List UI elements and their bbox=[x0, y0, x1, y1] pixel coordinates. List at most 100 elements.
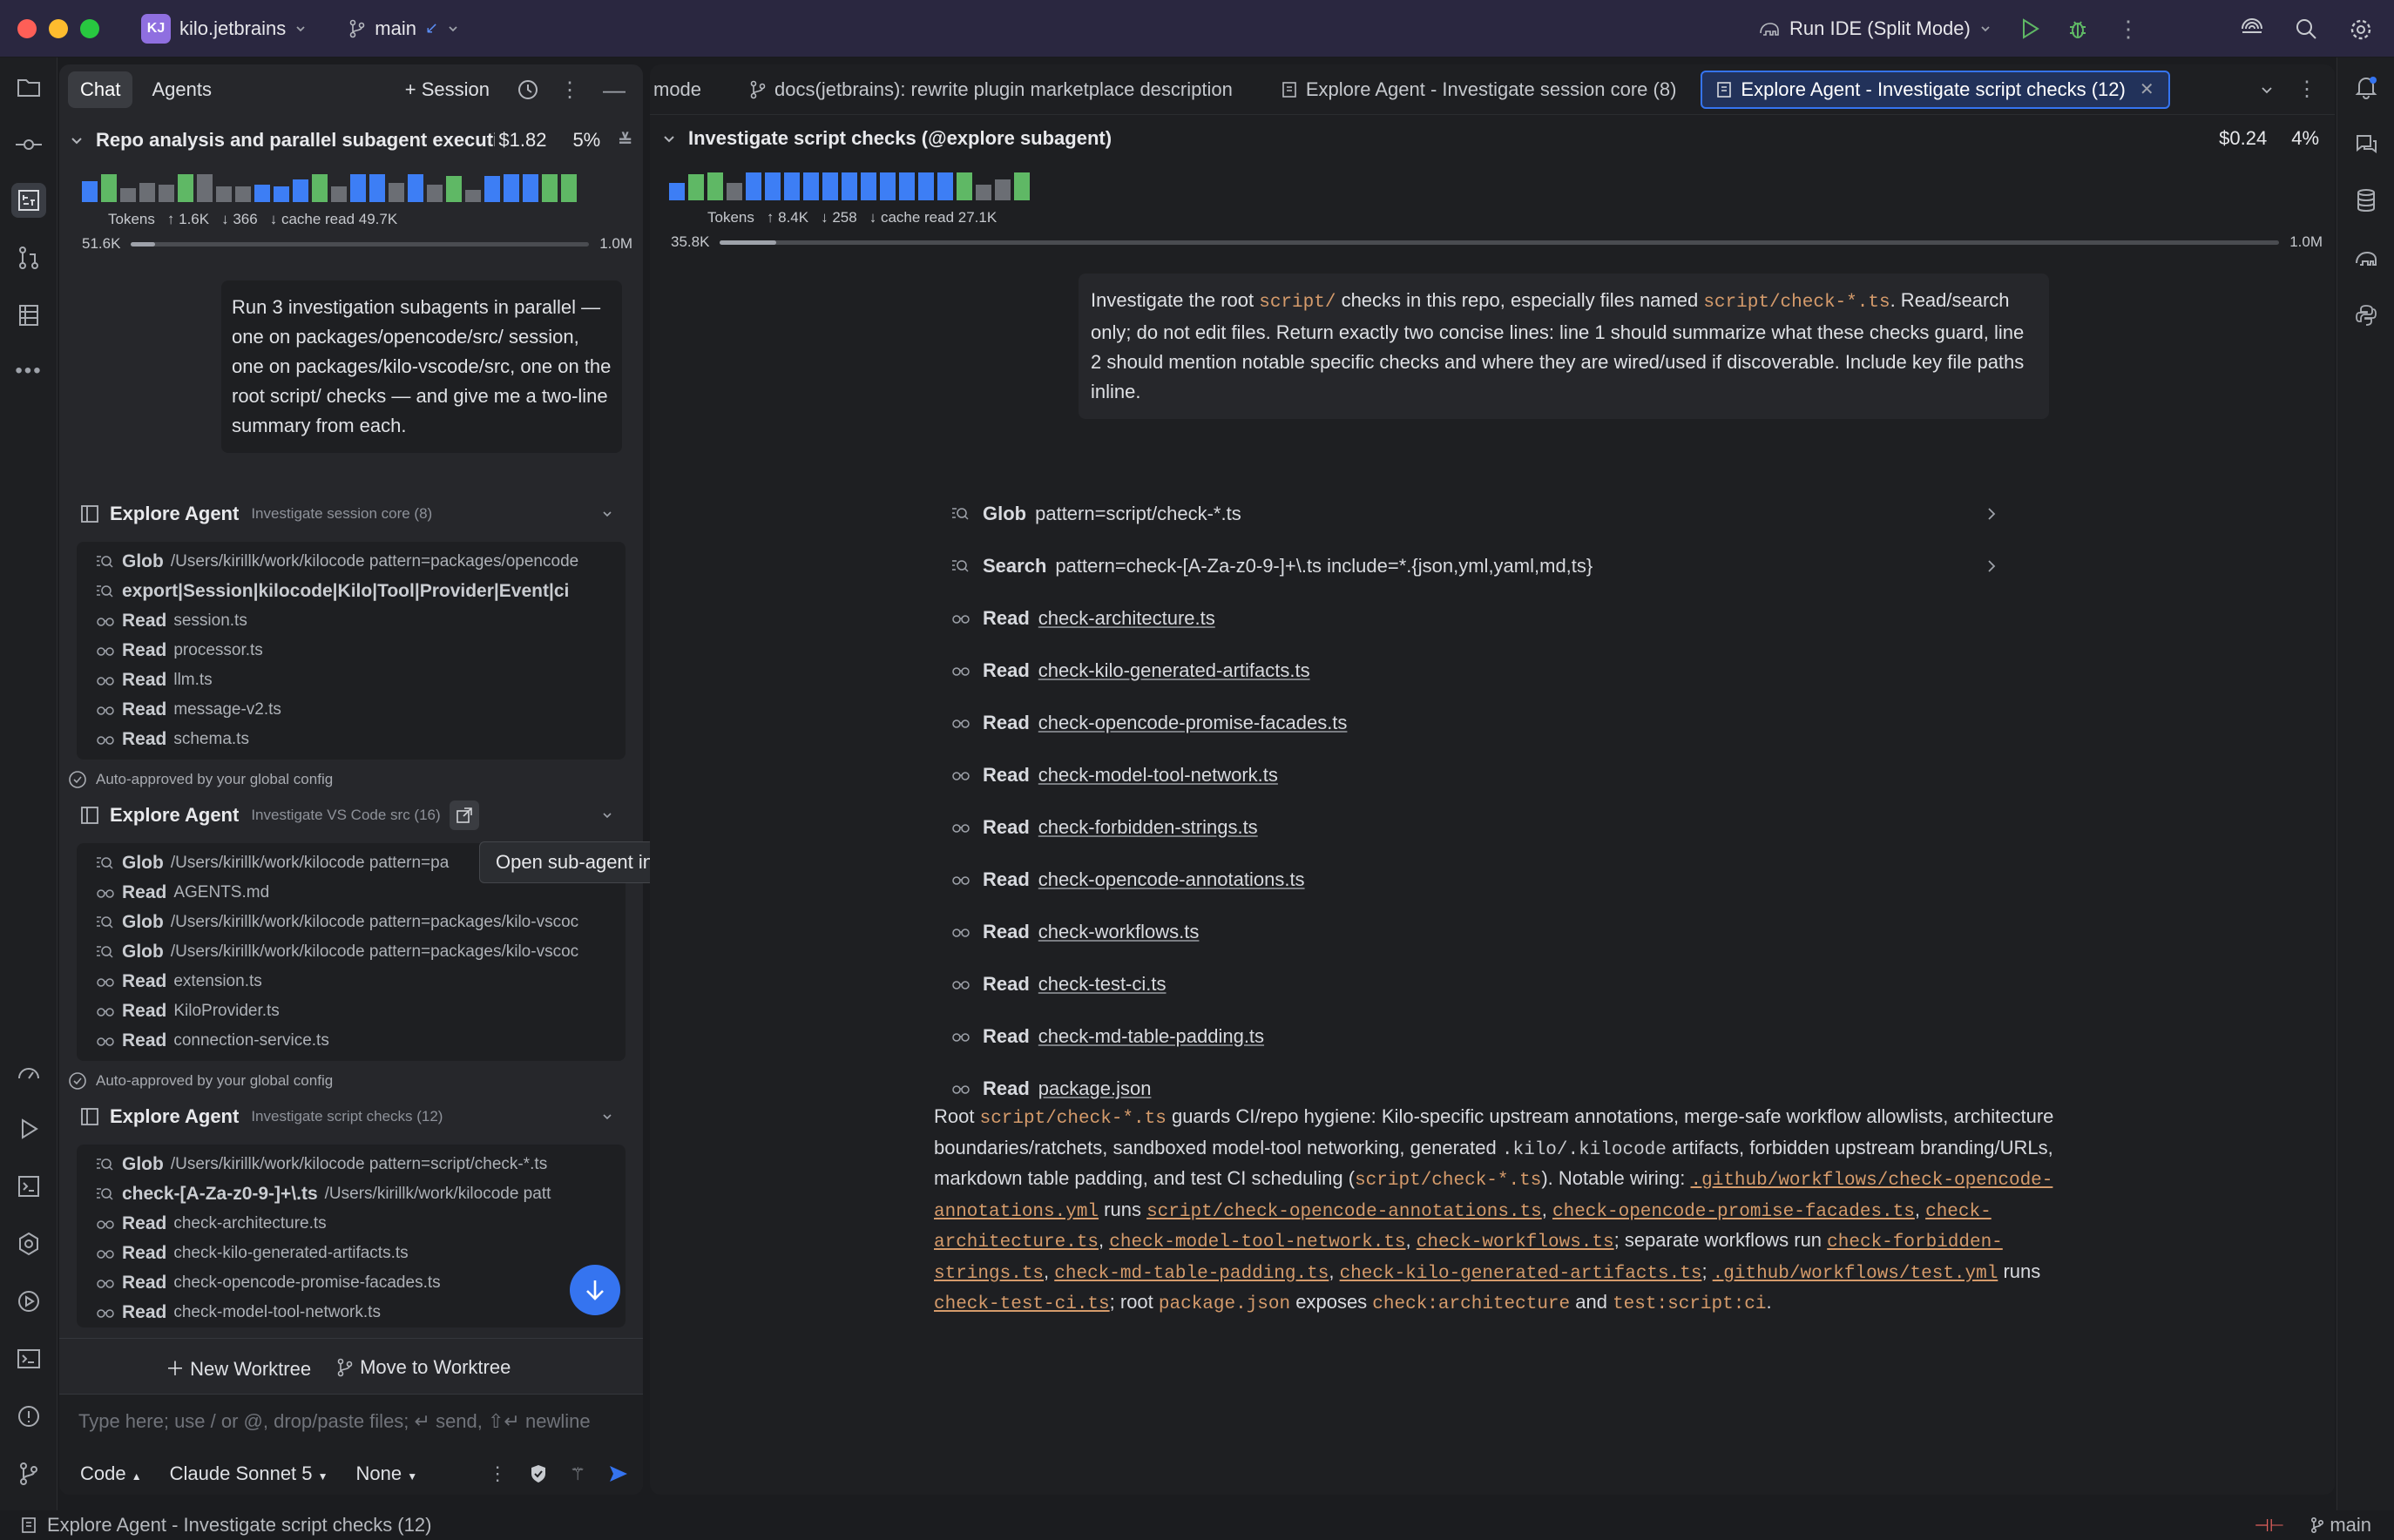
tool-call-row[interactable]: check-[A-Za-z0-9-]+\.ts/Users/kirillk/wo… bbox=[77, 1179, 626, 1209]
file-link[interactable]: check-test-ci.ts bbox=[934, 1294, 1110, 1314]
more-vertical-icon[interactable]: ⋮ bbox=[2117, 16, 2140, 43]
debug-play-icon[interactable] bbox=[11, 1284, 46, 1319]
database-icon[interactable] bbox=[2349, 183, 2384, 218]
new-session-button[interactable]: + Session bbox=[405, 78, 490, 101]
chevron-down-icon[interactable] bbox=[70, 133, 84, 147]
terminal-box-icon[interactable] bbox=[11, 1169, 46, 1204]
chevron-down-icon[interactable] bbox=[601, 1111, 613, 1123]
git-icon[interactable] bbox=[11, 1456, 46, 1491]
pull-request-icon[interactable] bbox=[11, 240, 46, 275]
file-link[interactable]: check-workflows.ts bbox=[1417, 1233, 1614, 1253]
structure-icon[interactable] bbox=[11, 298, 46, 333]
file-link[interactable]: check-model-tool-network.ts bbox=[1109, 1233, 1405, 1253]
tool-call-row[interactable]: Read schema.ts bbox=[77, 725, 626, 754]
more-vertical-icon[interactable]: ⋮ bbox=[488, 1462, 507, 1485]
variant-selector[interactable]: None ▼ bbox=[356, 1462, 418, 1485]
project-selector[interactable]: KJ kilo.jetbrains bbox=[141, 13, 307, 44]
kilo-icon[interactable] bbox=[11, 183, 46, 218]
editor-tab[interactable]: docs(jetbrains): rewrite plugin marketpl… bbox=[726, 64, 1257, 115]
tool-call-row[interactable]: Glob/Users/kirillk/work/kilocode pattern… bbox=[77, 908, 626, 937]
run-tool-icon[interactable] bbox=[11, 1111, 46, 1146]
file-link[interactable]: script/check-opencode-annotations.ts bbox=[1146, 1202, 1542, 1222]
session-header[interactable]: Repo analysis and parallel subagent exec… bbox=[70, 127, 632, 253]
file-link[interactable]: check-forbidden-strings.ts bbox=[1038, 816, 1258, 839]
mode-selector[interactable]: Code ▲ bbox=[80, 1462, 142, 1485]
more-vertical-icon[interactable]: ⋮ bbox=[559, 78, 580, 103]
tool-call-row[interactable]: Glob pattern=script/check-*.ts bbox=[951, 488, 1997, 540]
maximize-window-button[interactable] bbox=[80, 18, 99, 38]
send-icon[interactable] bbox=[608, 1464, 629, 1483]
tool-call-row[interactable]: Read message-v2.ts bbox=[77, 695, 626, 725]
run-config-selector[interactable]: Run IDE (Split Mode) bbox=[1758, 17, 1992, 40]
tool-call-row[interactable]: Read KiloProvider.ts bbox=[77, 996, 626, 1026]
profiler-gauge-icon[interactable] bbox=[11, 1054, 46, 1089]
status-breadcrumb[interactable]: Explore Agent - Investigate script check… bbox=[47, 1514, 431, 1537]
tool-call-row[interactable]: Read llm.ts bbox=[77, 665, 626, 695]
file-link[interactable]: check-opencode-promise-facades.ts bbox=[1552, 1202, 1915, 1222]
file-link[interactable]: check-model-tool-network.ts bbox=[1038, 764, 1278, 787]
editor-tab-active[interactable]: Explore Agent - Investigate script check… bbox=[1701, 70, 2170, 109]
file-link[interactable]: check-architecture.ts bbox=[1038, 607, 1215, 630]
branch-selector[interactable]: main ↙ bbox=[348, 17, 459, 40]
ai-chat-icon[interactable] bbox=[2349, 127, 2384, 162]
more-vertical-icon[interactable]: ⋮ bbox=[2296, 77, 2317, 102]
chevron-down-icon[interactable] bbox=[601, 508, 613, 520]
new-worktree-button[interactable]: ＋ New Worktree bbox=[166, 1354, 311, 1381]
tool-call-row[interactable]: Read session.ts bbox=[77, 606, 626, 636]
tool-call-row[interactable]: Read check-model-tool-network.ts bbox=[951, 749, 1997, 801]
chevron-down-icon[interactable] bbox=[662, 132, 676, 145]
search-icon[interactable] bbox=[2295, 17, 2317, 40]
more-horizontal-icon[interactable]: ••• bbox=[11, 354, 46, 388]
run-icon[interactable] bbox=[2019, 17, 2040, 40]
tool-call-row[interactable]: Read check-forbidden-strings.ts bbox=[951, 801, 1997, 854]
file-link[interactable]: check-opencode-annotations.ts bbox=[1038, 868, 1305, 891]
file-link[interactable]: check-md-table-padding.ts bbox=[1054, 1264, 1329, 1284]
chevron-right-icon[interactable] bbox=[1986, 559, 1997, 573]
tool-call-row[interactable]: Read check-model-tool-network.ts bbox=[77, 1298, 626, 1327]
gradle-elephant-icon[interactable] bbox=[2349, 240, 2384, 275]
tool-call-row[interactable]: Read extension.ts bbox=[77, 967, 626, 996]
subagent-header[interactable]: Explore Agent Investigate session core (… bbox=[77, 496, 626, 531]
debug-icon[interactable] bbox=[2066, 17, 2089, 40]
tool-call-row[interactable]: Read check-opencode-annotations.ts bbox=[951, 854, 1997, 906]
minimize-window-button[interactable] bbox=[49, 18, 68, 38]
chevron-down-icon[interactable] bbox=[601, 809, 613, 821]
tool-call-row[interactable]: Glob/Users/kirillk/work/kilocode pattern… bbox=[77, 937, 626, 967]
tool-call-row[interactable]: Read check-md-table-padding.ts bbox=[951, 1010, 1997, 1063]
tool-call-row[interactable]: Read check-opencode-promise-facades.ts bbox=[951, 697, 1997, 749]
file-link[interactable]: check-workflows.ts bbox=[1038, 921, 1200, 943]
tool-call-row[interactable]: Search pattern=check-[A-Za-z0-9-]+\.ts in… bbox=[951, 540, 1997, 592]
power-save-icon[interactable]: ⊣⊢ bbox=[2254, 1515, 2284, 1537]
terminal-icon[interactable] bbox=[11, 1341, 46, 1376]
tool-call-row[interactable]: Read check-opencode-promise-facades.ts bbox=[77, 1268, 626, 1298]
tool-call-row[interactable]: Read check-architecture.ts bbox=[951, 592, 1997, 645]
move-to-worktree-button[interactable]: Move to Worktree bbox=[337, 1356, 511, 1379]
file-link[interactable]: check-test-ci.ts bbox=[1038, 973, 1167, 996]
editor-tab[interactable]: mode bbox=[650, 64, 726, 115]
file-link[interactable]: .github/workflows/test.yml bbox=[1713, 1264, 1998, 1284]
close-window-button[interactable] bbox=[17, 18, 37, 38]
tool-call-row[interactable]: Glob/Users/kirillk/work/kilocode pattern… bbox=[77, 1150, 626, 1179]
file-link[interactable]: check-md-table-padding.ts bbox=[1038, 1025, 1264, 1048]
magic-wand-icon[interactable]: ⚚ bbox=[570, 1463, 585, 1485]
open-in-editor-icon[interactable] bbox=[449, 800, 479, 830]
subagent-header[interactable]: Explore Agent Investigate script checks … bbox=[77, 1099, 626, 1134]
model-selector[interactable]: Claude Sonnet 5 ▼ bbox=[170, 1462, 328, 1485]
services-icon[interactable] bbox=[11, 1226, 46, 1261]
chevron-down-icon[interactable] bbox=[2260, 83, 2274, 97]
history-clock-icon[interactable] bbox=[517, 79, 538, 100]
minimize-panel-icon[interactable]: — bbox=[603, 77, 626, 104]
tool-call-row[interactable]: Read check-test-ci.ts bbox=[951, 958, 1997, 1010]
python-icon[interactable] bbox=[2349, 298, 2384, 333]
tool-call-row[interactable]: Read processor.ts bbox=[77, 636, 626, 665]
tool-call-row[interactable]: Read check-architecture.ts bbox=[77, 1209, 626, 1239]
close-tab-icon[interactable]: ✕ bbox=[2140, 78, 2154, 100]
file-link[interactable]: check-opencode-promise-facades.ts bbox=[1038, 712, 1348, 734]
tool-call-row[interactable]: Read check-workflows.ts bbox=[951, 906, 1997, 958]
tool-call-row[interactable]: export|Session|kilocode|Kilo|Tool|Provid… bbox=[77, 577, 626, 606]
tool-call-row[interactable]: Read connection-service.ts bbox=[77, 1026, 626, 1056]
chevron-right-icon[interactable] bbox=[1986, 507, 1997, 521]
file-link[interactable]: check-kilo-generated-artifacts.ts bbox=[1038, 659, 1310, 682]
settings-gear-icon[interactable] bbox=[2349, 17, 2373, 42]
status-branch[interactable]: main bbox=[2310, 1514, 2371, 1537]
